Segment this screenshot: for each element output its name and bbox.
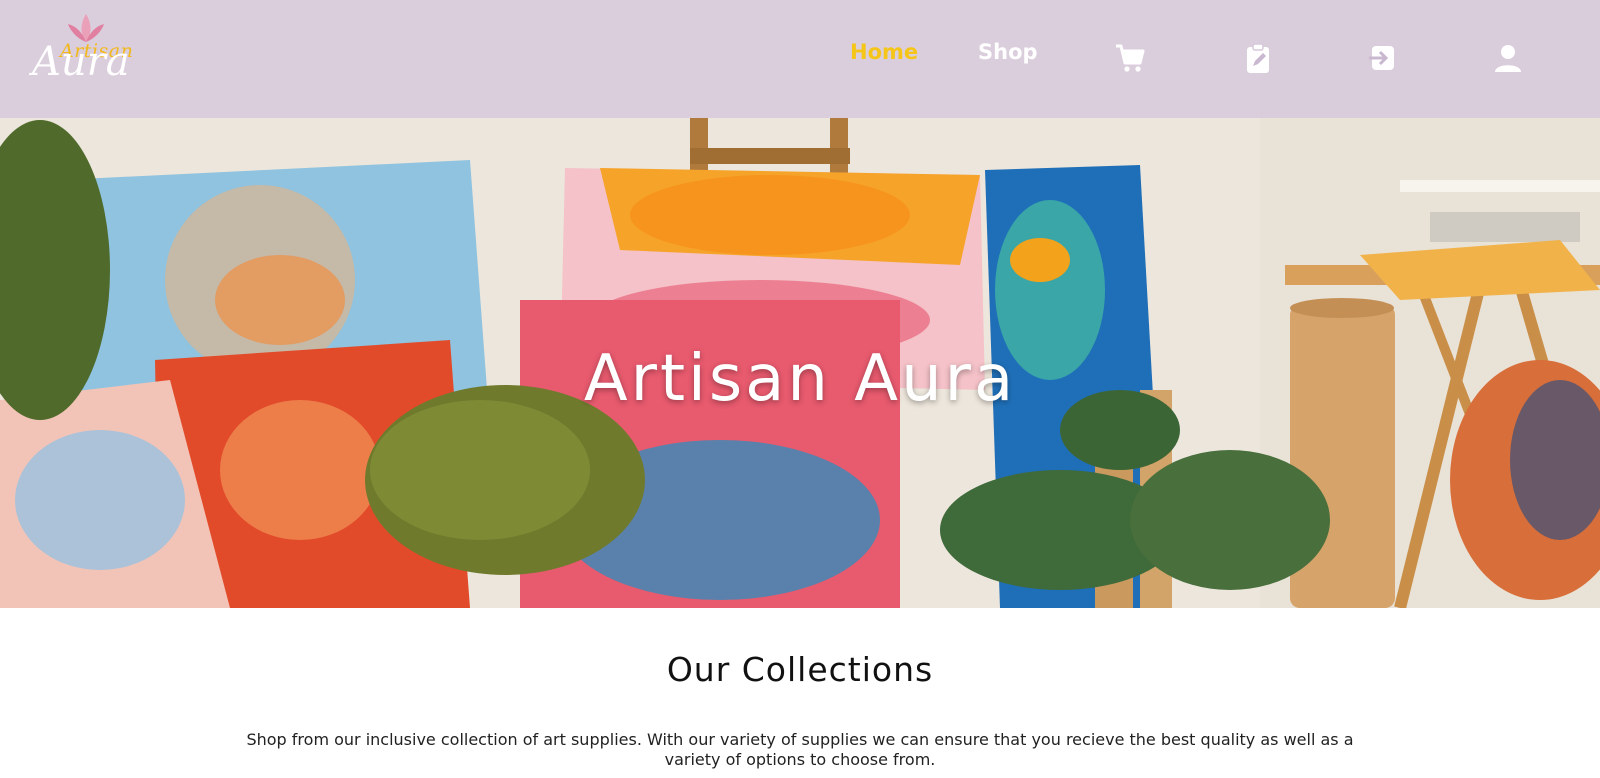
brand-logo[interactable]: Artisan Aura — [30, 12, 150, 102]
hero-title: Artisan Aura — [583, 342, 1017, 416]
logo-text-bottom: Aura — [32, 39, 130, 85]
clipboard-icon[interactable] — [1242, 42, 1274, 74]
collections-description: Shop from our inclusive collection of ar… — [246, 730, 1354, 769]
user-icon[interactable] — [1492, 42, 1524, 74]
login-icon[interactable] — [1366, 42, 1398, 74]
cart-icon[interactable] — [1114, 42, 1146, 74]
nav-link-shop[interactable]: Shop — [978, 40, 1038, 64]
top-navbar: Artisan Aura Home Shop — [0, 0, 1600, 118]
collections-heading: Our Collections — [666, 650, 934, 689]
nav-link-home[interactable]: Home — [850, 40, 918, 64]
